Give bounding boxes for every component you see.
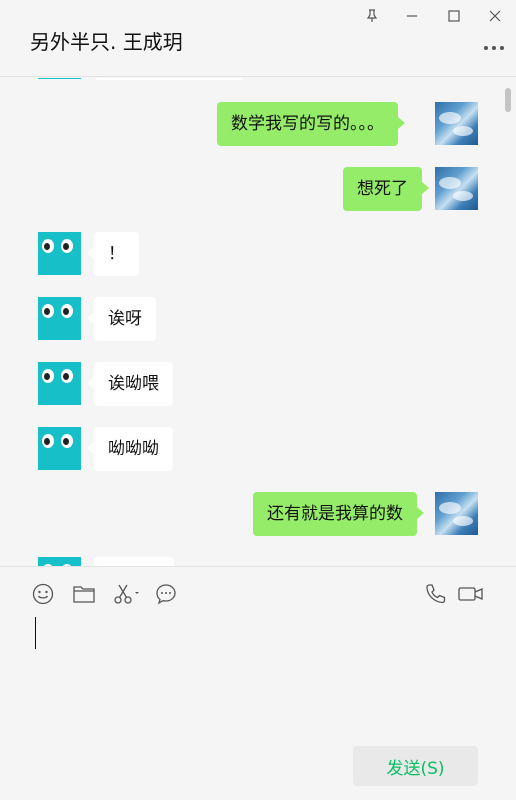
- title-bar: 另外半只. 王成玥: [0, 0, 516, 77]
- contact-avatar[interactable]: [38, 297, 81, 340]
- my-avatar[interactable]: [435, 102, 478, 145]
- chat-history-icon[interactable]: [154, 582, 178, 606]
- phone-icon[interactable]: [423, 582, 447, 606]
- my-avatar[interactable]: [435, 492, 478, 535]
- contact-avatar[interactable]: [38, 362, 81, 405]
- more-options-icon[interactable]: [482, 38, 506, 58]
- message-bubble-sent[interactable]: 想死了: [343, 167, 429, 211]
- message-bubble-received[interactable]: [94, 78, 244, 80]
- input-area: 发送(S): [0, 566, 516, 800]
- message-bubble-received[interactable]: 诶呀: [87, 297, 156, 341]
- contact-avatar[interactable]: [38, 557, 81, 566]
- send-button[interactable]: 发送(S): [353, 746, 478, 786]
- contact-avatar[interactable]: [38, 78, 81, 79]
- message-bubble-received[interactable]: ！: [87, 232, 139, 276]
- close-icon[interactable]: [485, 6, 505, 26]
- message-bubble-received[interactable]: 呦呦呦: [87, 427, 173, 471]
- emoji-icon[interactable]: [31, 582, 55, 606]
- text-input[interactable]: [35, 617, 36, 649]
- folder-icon[interactable]: [72, 582, 96, 606]
- minimize-icon[interactable]: [402, 6, 422, 26]
- message-bubble-sent[interactable]: 数学我写的写的。。。: [217, 102, 405, 146]
- scrollbar-thumb[interactable]: [505, 88, 511, 112]
- my-avatar[interactable]: [435, 167, 478, 210]
- video-icon[interactable]: [458, 582, 484, 606]
- message-list[interactable]: 数学我写的写的。。。 想死了 ！ 诶呀 诶呦喂 呦呦呦 还有就是我算的数: [0, 78, 516, 566]
- message-bubble-received[interactable]: 诶呦喂: [87, 362, 173, 406]
- contact-avatar[interactable]: [38, 427, 81, 470]
- chat-title: 另外半只. 王成玥: [30, 30, 183, 54]
- scissors-icon[interactable]: [113, 582, 141, 606]
- maximize-icon[interactable]: [444, 6, 464, 26]
- message-bubble-received[interactable]: [94, 557, 174, 566]
- message-bubble-sent[interactable]: 还有就是我算的数: [253, 492, 424, 536]
- pin-icon[interactable]: [362, 6, 382, 26]
- contact-avatar[interactable]: [38, 232, 81, 275]
